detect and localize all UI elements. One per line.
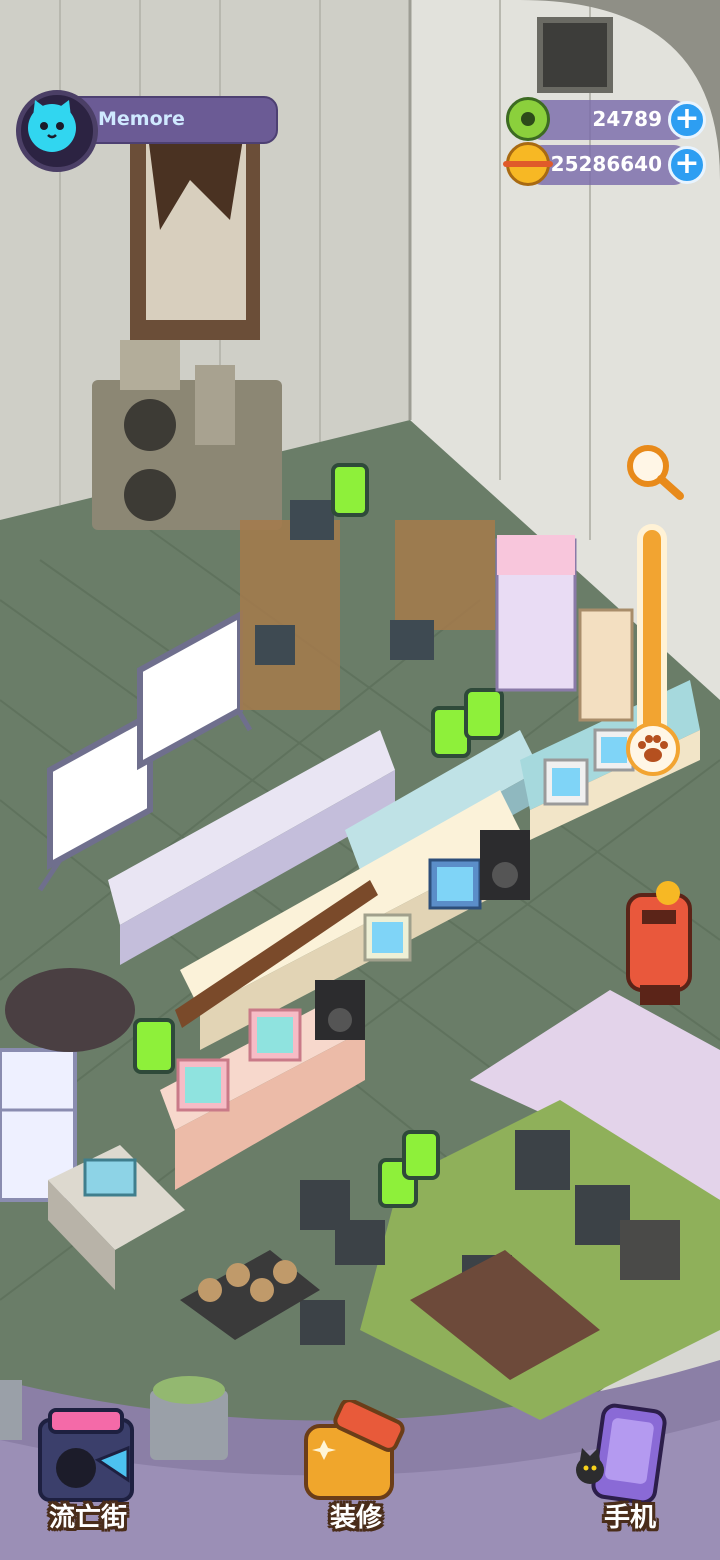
wall-vent: [537, 17, 613, 93]
robot-vending: [626, 881, 692, 1005]
magnifier-icon: [627, 445, 684, 500]
zoom-slider-handle[interactable]: [626, 722, 680, 776]
player-name: Memore: [98, 108, 185, 130]
green-donut-icon: [506, 97, 550, 141]
street-button-label: 流亡街: [48, 1503, 127, 1533]
decorate-button[interactable]: 装修: [296, 1400, 416, 1540]
dirt-stain: [5, 968, 135, 1052]
cat-face-icon: [28, 100, 76, 152]
phone-button-label: 手机: [603, 1503, 656, 1533]
phone-icon: [576, 1403, 667, 1505]
street-shop-icon: [38, 1408, 134, 1502]
donut-currency: 24789 +: [506, 97, 706, 141]
add-coin-button[interactable]: +: [668, 146, 706, 184]
player-avatar[interactable]: [16, 90, 98, 172]
yellow-planet-coin-icon: [503, 142, 553, 186]
search-button[interactable]: [622, 440, 688, 506]
phone-button[interactable]: 手机: [570, 1400, 690, 1540]
paint-roller-icon: [304, 1400, 405, 1500]
paw-icon: [638, 735, 668, 762]
street-button[interactable]: 流亡街: [28, 1400, 148, 1540]
add-donut-button[interactable]: +: [668, 101, 706, 139]
decorate-button-label: 装修: [329, 1503, 382, 1533]
zoom-slider[interactable]: [637, 524, 667, 754]
player-profile[interactable]: Memore: [16, 90, 278, 172]
donut-currency-value: 24789: [592, 107, 662, 131]
coin-currency-value: 25286640: [550, 152, 662, 176]
game-scene[interactable]: [0, 0, 720, 1560]
coin-currency: 25286640 +: [503, 142, 706, 186]
